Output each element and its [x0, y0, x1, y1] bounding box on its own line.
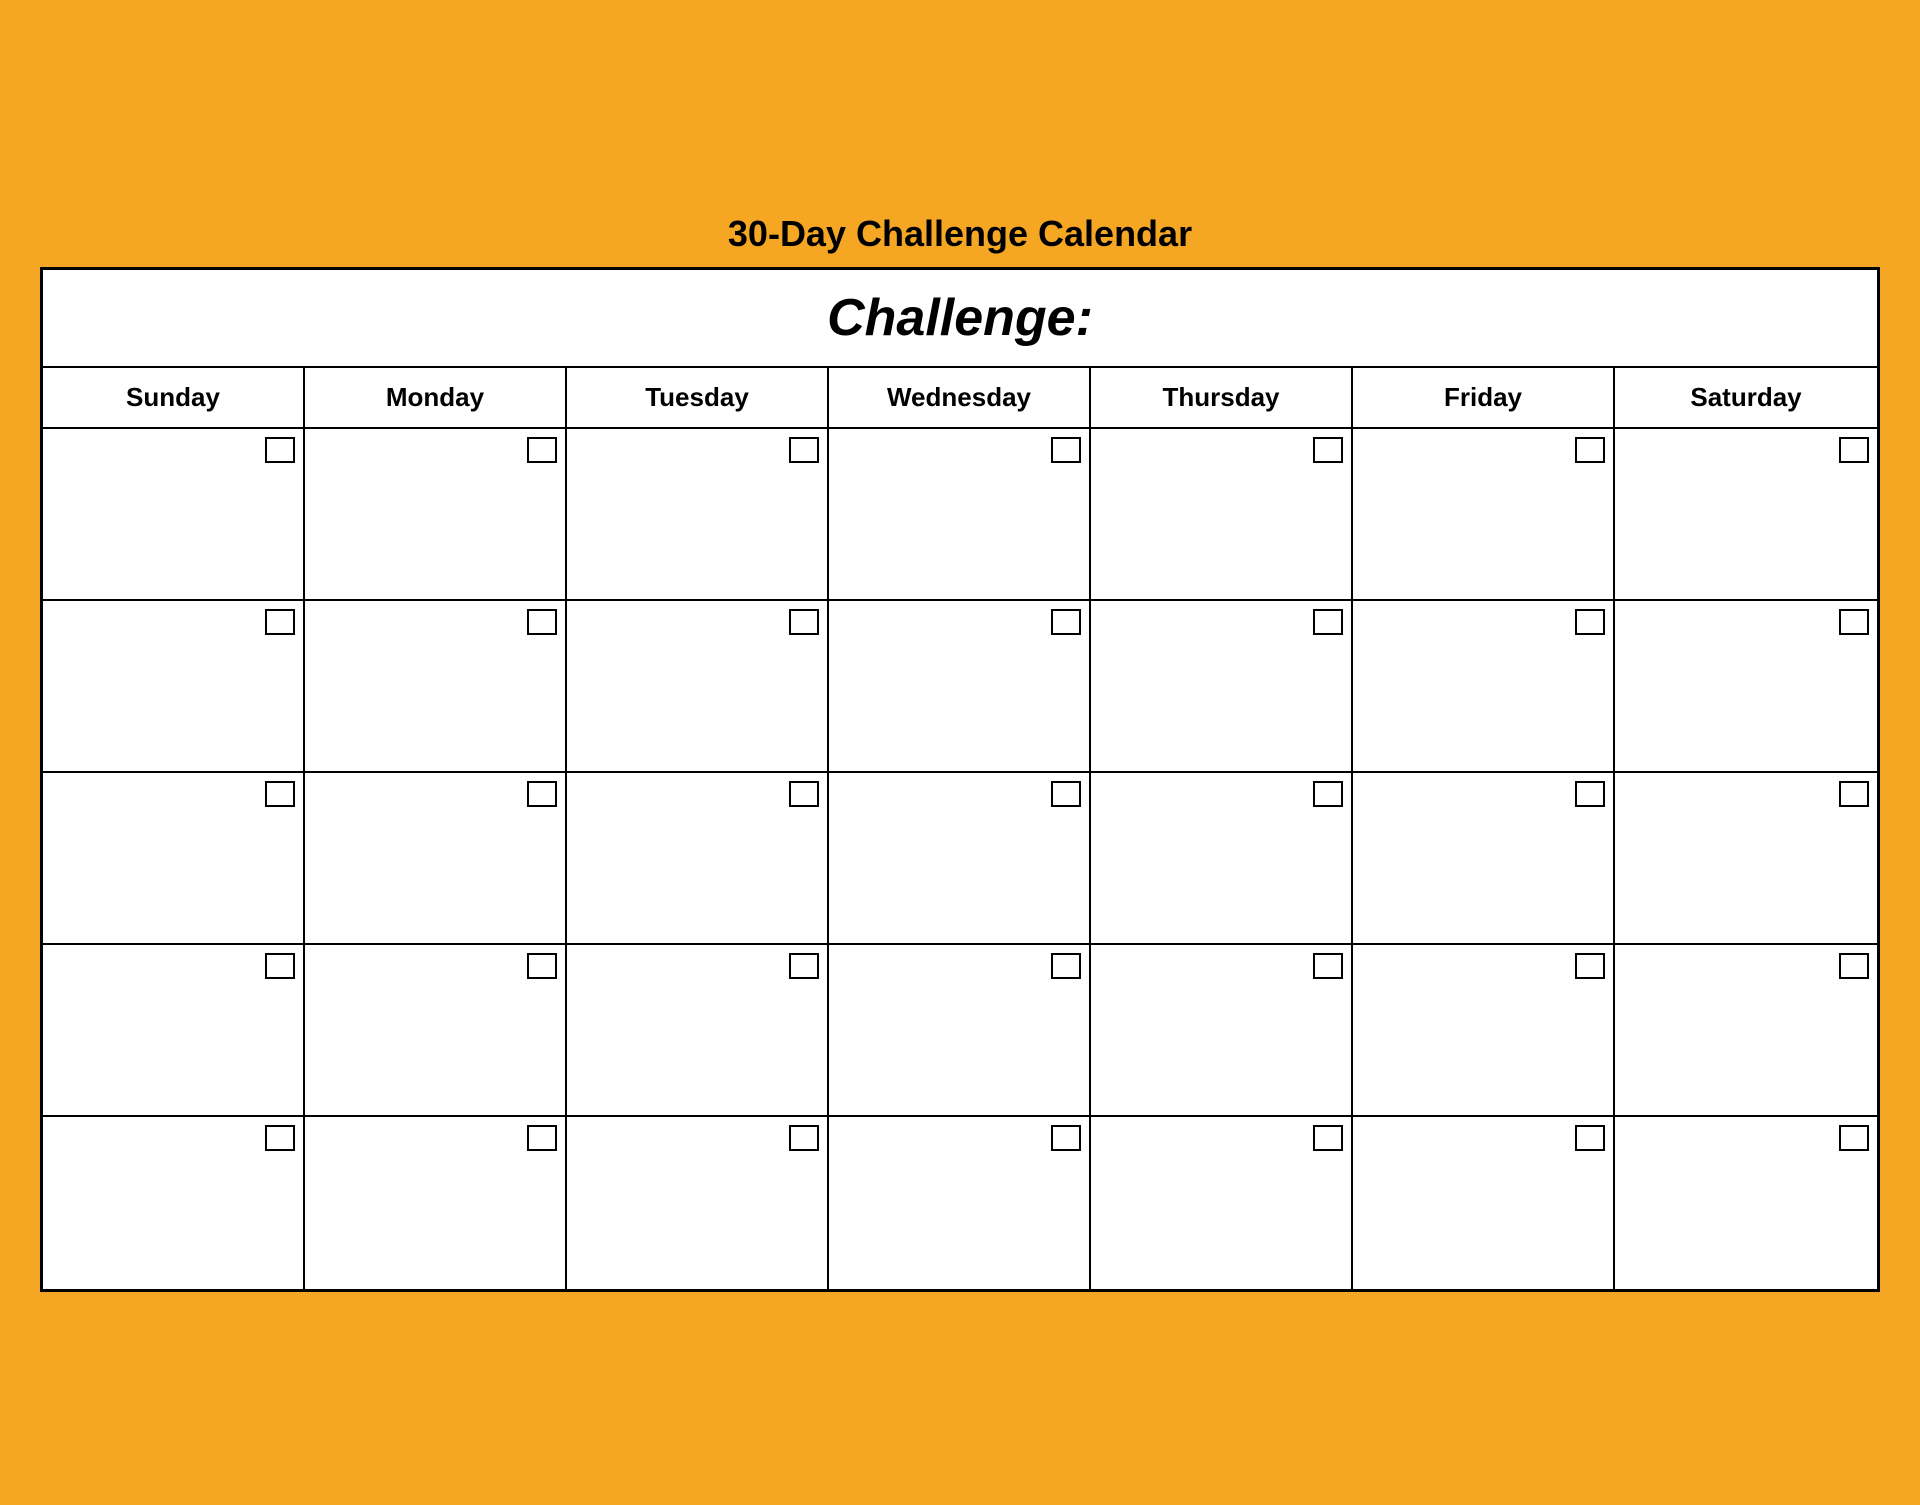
calendar-cell-w1d3[interactable] — [567, 429, 829, 599]
cell-number-box — [1839, 1125, 1869, 1151]
cell-number-box — [265, 1125, 295, 1151]
page-wrapper: 30-Day Challenge Calendar Challenge: Sun… — [20, 20, 1900, 1485]
challenge-title: Challenge: — [827, 289, 1093, 347]
calendar-week-2 — [43, 601, 1877, 773]
calendar-cell-w5d7[interactable] — [1615, 1117, 1877, 1289]
calendar-cell-w4d7[interactable] — [1615, 945, 1877, 1115]
calendar-week-5 — [43, 1117, 1877, 1289]
calendar-cell-w4d5[interactable] — [1091, 945, 1353, 1115]
cell-number-box — [1575, 953, 1605, 979]
calendar-cell-w2d3[interactable] — [567, 601, 829, 771]
cell-number-box — [789, 781, 819, 807]
calendar-week-1 — [43, 429, 1877, 601]
calendar-cell-w1d5[interactable] — [1091, 429, 1353, 599]
calendar-cell-w2d1[interactable] — [43, 601, 305, 771]
cell-number-box — [1839, 437, 1869, 463]
cell-number-box — [1051, 609, 1081, 635]
calendar-cell-w1d2[interactable] — [305, 429, 567, 599]
calendar-cell-w2d7[interactable] — [1615, 601, 1877, 771]
calendar-week-4 — [43, 945, 1877, 1117]
calendar-cell-w4d4[interactable] — [829, 945, 1091, 1115]
challenge-header: Challenge: — [43, 270, 1877, 368]
cell-number-box — [527, 953, 557, 979]
calendar-cell-w3d2[interactable] — [305, 773, 567, 943]
cell-number-box — [527, 1125, 557, 1151]
cell-number-box — [789, 1125, 819, 1151]
cell-number-box — [1313, 953, 1343, 979]
calendar-cell-w5d1[interactable] — [43, 1117, 305, 1289]
day-header-tuesday: Tuesday — [567, 368, 829, 427]
cell-number-box — [1575, 1125, 1605, 1151]
cell-number-box — [1051, 781, 1081, 807]
calendar-cell-w5d3[interactable] — [567, 1117, 829, 1289]
calendar-cell-w2d5[interactable] — [1091, 601, 1353, 771]
calendar-cell-w4d2[interactable] — [305, 945, 567, 1115]
day-header-friday: Friday — [1353, 368, 1615, 427]
cell-number-box — [265, 437, 295, 463]
calendar-cell-w5d4[interactable] — [829, 1117, 1091, 1289]
cell-number-box — [1575, 781, 1605, 807]
calendar-cell-w3d7[interactable] — [1615, 773, 1877, 943]
calendar-cell-w2d2[interactable] — [305, 601, 567, 771]
page-title: 30-Day Challenge Calendar — [728, 213, 1192, 255]
cell-number-box — [1313, 781, 1343, 807]
cell-number-box — [265, 781, 295, 807]
cell-number-box — [1839, 609, 1869, 635]
cell-number-box — [265, 609, 295, 635]
calendar-cell-w3d4[interactable] — [829, 773, 1091, 943]
calendar-cell-w5d5[interactable] — [1091, 1117, 1353, 1289]
cell-number-box — [1839, 781, 1869, 807]
cell-number-box — [1051, 953, 1081, 979]
cell-number-box — [789, 953, 819, 979]
calendar-grid — [43, 429, 1877, 1289]
cell-number-box — [1575, 609, 1605, 635]
calendar-cell-w3d1[interactable] — [43, 773, 305, 943]
cell-number-box — [265, 953, 295, 979]
calendar-cell-w1d7[interactable] — [1615, 429, 1877, 599]
cell-number-box — [1051, 437, 1081, 463]
calendar-cell-w5d2[interactable] — [305, 1117, 567, 1289]
cell-number-box — [789, 609, 819, 635]
cell-number-box — [1313, 1125, 1343, 1151]
calendar-cell-w1d1[interactable] — [43, 429, 305, 599]
cell-number-box — [1575, 437, 1605, 463]
calendar-cell-w1d6[interactable] — [1353, 429, 1615, 599]
calendar-cell-w5d6[interactable] — [1353, 1117, 1615, 1289]
cell-number-box — [789, 437, 819, 463]
day-header-thursday: Thursday — [1091, 368, 1353, 427]
calendar-container: Challenge: Sunday Monday Tuesday Wednesd… — [40, 267, 1880, 1292]
calendar-cell-w3d3[interactable] — [567, 773, 829, 943]
calendar-cell-w4d6[interactable] — [1353, 945, 1615, 1115]
cell-number-box — [527, 437, 557, 463]
calendar-cell-w2d4[interactable] — [829, 601, 1091, 771]
cell-number-box — [1313, 437, 1343, 463]
cell-number-box — [527, 781, 557, 807]
cell-number-box — [1313, 609, 1343, 635]
cell-number-box — [1839, 953, 1869, 979]
cell-number-box — [1051, 1125, 1081, 1151]
calendar-week-3 — [43, 773, 1877, 945]
day-header-wednesday: Wednesday — [829, 368, 1091, 427]
days-header: Sunday Monday Tuesday Wednesday Thursday… — [43, 368, 1877, 429]
calendar-cell-w3d6[interactable] — [1353, 773, 1615, 943]
day-header-monday: Monday — [305, 368, 567, 427]
calendar-cell-w4d1[interactable] — [43, 945, 305, 1115]
day-header-saturday: Saturday — [1615, 368, 1877, 427]
cell-number-box — [527, 609, 557, 635]
calendar-cell-w2d6[interactable] — [1353, 601, 1615, 771]
calendar-cell-w4d3[interactable] — [567, 945, 829, 1115]
day-header-sunday: Sunday — [43, 368, 305, 427]
calendar-cell-w3d5[interactable] — [1091, 773, 1353, 943]
calendar-cell-w1d4[interactable] — [829, 429, 1091, 599]
